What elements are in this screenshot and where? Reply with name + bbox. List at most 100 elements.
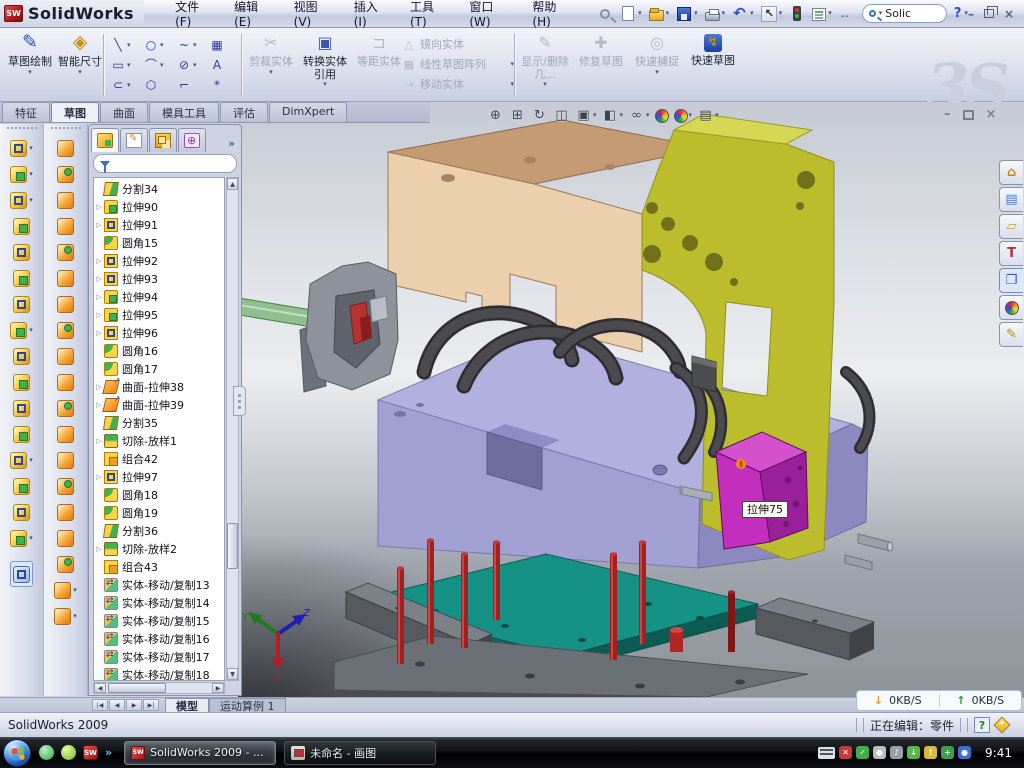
dropdown-caret-icon[interactable]: ▾ [269, 69, 273, 76]
quick-snaps-button[interactable]: ◎快速捕捉▾ [632, 32, 682, 88]
expand-arrow-icon[interactable]: ▷ [94, 473, 104, 481]
toolbar-drag-handle[interactable] [7, 127, 37, 131]
apply-scene-button[interactable]: ▾ [673, 108, 694, 124]
previous-tab-button[interactable]: ◀ [109, 699, 125, 711]
panel-splitter-handle[interactable] [233, 386, 246, 416]
tree-item[interactable]: 实体-移动/复制16 [94, 630, 224, 648]
dropdown-caret-icon[interactable]: ▾ [28, 69, 32, 76]
offset-entities-button[interactable]: ⊐等距实体 [354, 32, 404, 88]
ribbon-tab-1[interactable]: 草图 [51, 102, 99, 122]
ribbon-tab-2[interactable]: 曲面 [100, 102, 148, 122]
app-minimize-button[interactable]: – [968, 8, 974, 20]
search-input[interactable]: Solic [885, 7, 911, 20]
centerpoint-arc-button[interactable]: ⌒▾ [141, 55, 174, 75]
scroll-down-button[interactable]: ▼ [227, 668, 238, 680]
help-button[interactable]: ? [951, 6, 965, 21]
dropdown-caret-icon[interactable]: ▾ [323, 81, 327, 88]
tree-filter-box[interactable] [93, 154, 237, 173]
expand-arrow-icon[interactable]: ▷ [94, 257, 104, 265]
line-button[interactable]: ╲▾ [108, 35, 141, 55]
dropdown-caret-icon[interactable]: ▾ [543, 81, 547, 88]
dropdown-caret-icon[interactable]: ▾ [29, 171, 33, 178]
network-warning-tray-icon[interactable]: ! [924, 746, 937, 759]
dropdown-caret-icon[interactable]: ▾ [750, 10, 754, 17]
linear-pattern-button[interactable]: ▾ [10, 317, 33, 343]
taskbar-button[interactable]: 未命名 - 画图 [284, 741, 436, 765]
ribbon-tab-3[interactable]: 模具工具 [149, 102, 219, 122]
dome-button[interactable] [57, 525, 74, 551]
tree-item[interactable]: 实体-移动/复制14 [94, 594, 224, 612]
launcher-quicklaunch-icon[interactable] [61, 745, 76, 760]
sketch-fillet-button[interactable]: ⌐ [174, 75, 207, 95]
fillet-button[interactable]: ▾ [10, 187, 33, 213]
scroll-up-button[interactable]: ▲ [227, 178, 238, 190]
untrim-surface-button[interactable] [57, 473, 74, 499]
tree-item[interactable]: ▷曲面-拉伸39 [94, 396, 224, 414]
graphics-area[interactable]: Y Z X [238, 103, 1024, 697]
scheduler-tray-icon[interactable]: ● [873, 746, 886, 759]
model-tab-1[interactable]: 运动算例 1 [209, 698, 286, 712]
tree-item[interactable]: ▷拉伸93 [94, 270, 224, 288]
knit-surface-button[interactable] [57, 343, 74, 369]
menu-item[interactable]: 文件(F) [162, 0, 221, 27]
pin-button[interactable] [594, 5, 616, 23]
solidworks-quicklaunch-icon[interactable]: SW [83, 745, 98, 760]
feature-manager-tab[interactable] [91, 128, 119, 152]
dropdown-caret-icon[interactable]: ▾ [715, 112, 719, 119]
view-orientation-button[interactable]: ▣▾ [574, 107, 598, 124]
dropdown-caret-icon[interactable]: ▾ [160, 62, 164, 69]
rib-button[interactable] [13, 213, 30, 239]
tree-item[interactable]: ▷拉伸90 [94, 198, 224, 216]
expand-arrow-icon[interactable]: ▷ [94, 275, 104, 283]
open-file-button[interactable]: ▾ [646, 5, 673, 22]
tree-vertical-scrollbar[interactable]: ▲ ▼ [226, 177, 239, 681]
menu-item[interactable]: 窗口(W) [456, 0, 519, 27]
search-caret-icon[interactable]: ▾ [879, 10, 883, 17]
tree-item[interactable]: 分割36 [94, 522, 224, 540]
dropdown-caret-icon[interactable]: ▾ [828, 10, 832, 17]
sketch-text-button[interactable]: A [207, 55, 240, 75]
convert-entities-button[interactable]: ▣转换实体引用▾ [300, 32, 350, 88]
menu-item[interactable]: 插入(I) [341, 0, 397, 27]
options-button[interactable]: ▾ [809, 5, 835, 22]
hide-show-items-button[interactable]: ∞▾ [627, 107, 651, 124]
menu-item[interactable]: 视图(V) [281, 0, 341, 27]
dropdown-caret-icon[interactable]: ▾ [646, 112, 650, 119]
tree-item[interactable]: 实体-移动/复制17 [94, 648, 224, 666]
expand-arrow-icon[interactable]: ▷ [94, 221, 104, 229]
surface-fillet-button[interactable] [57, 499, 74, 525]
dropdown-caret-icon[interactable]: ▾ [694, 10, 698, 17]
dropdown-caret-icon[interactable]: ▾ [620, 112, 624, 119]
point-button[interactable]: * [207, 75, 240, 95]
split-body-button[interactable] [13, 369, 30, 395]
tree-item[interactable]: 圆角18 [94, 486, 224, 504]
plane-button[interactable] [13, 473, 30, 499]
tree-item[interactable]: 圆角16 [94, 342, 224, 360]
select-cursor-button[interactable]: ▾ [758, 5, 786, 23]
select-region-button[interactable]: ▦ [207, 35, 240, 55]
replace-face-button[interactable] [57, 551, 74, 577]
curve-surface-button[interactable]: ▾ [54, 603, 77, 629]
solidworks-resources-tab[interactable]: ⌂ [999, 160, 1023, 185]
curve-button[interactable]: ▾ [10, 525, 33, 551]
volume-tray-icon[interactable]: ♪ [890, 746, 903, 759]
repair-sketch-button[interactable]: ✚修复草图 [576, 32, 626, 88]
dropdown-caret-icon[interactable]: ▾ [722, 10, 726, 17]
display-style-button[interactable]: ◧▾ [601, 107, 625, 124]
tree-item[interactable]: 组合43 [94, 558, 224, 576]
tree-item[interactable]: 圆角15 [94, 234, 224, 252]
extruded-cut-button[interactable]: ▾ [10, 161, 33, 187]
extruded-boss-button[interactable]: ▾ [10, 135, 33, 161]
first-tab-button[interactable]: |◀ [92, 699, 108, 711]
quick-tips-button[interactable]: ? [974, 717, 990, 733]
trim-surface-button[interactable] [57, 447, 74, 473]
dropdown-caret-icon[interactable]: ▾ [29, 197, 33, 204]
dropdown-caret-icon[interactable]: ▾ [193, 62, 197, 69]
last-tab-button[interactable]: ▶| [143, 699, 159, 711]
document-restore-button[interactable] [963, 110, 974, 120]
antivirus-tray-icon[interactable]: ✕ [839, 746, 852, 759]
dropdown-caret-icon[interactable]: ▾ [29, 145, 33, 152]
expand-arrow-icon[interactable]: ▷ [94, 545, 104, 553]
health-tray-icon[interactable]: + [941, 746, 954, 759]
dropdown-caret-icon[interactable]: ▾ [127, 82, 131, 89]
